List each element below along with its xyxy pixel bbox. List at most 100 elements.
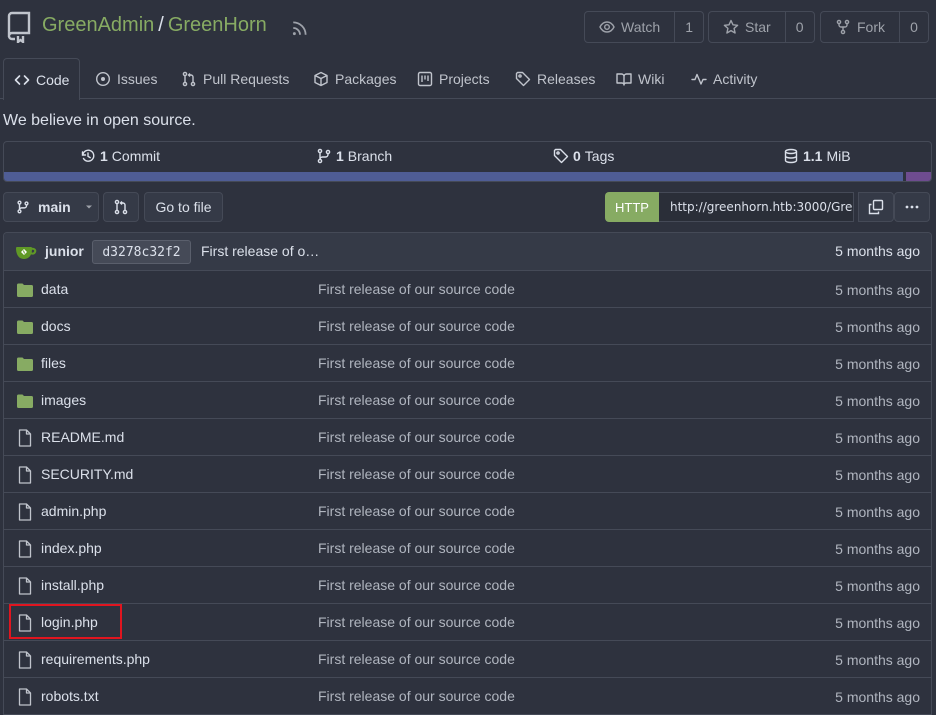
file-commit-message[interactable]: First release of our source code bbox=[318, 614, 515, 630]
rss-icon[interactable] bbox=[291, 19, 309, 37]
tab-pull-requests-label: Pull Requests bbox=[203, 70, 290, 87]
star-button-main[interactable]: Star bbox=[709, 12, 786, 42]
tag-icon bbox=[515, 71, 531, 87]
tab-code-label: Code bbox=[36, 71, 70, 88]
table-row: files First release of our source code 5 m… bbox=[4, 345, 931, 382]
fork-count[interactable]: 0 bbox=[900, 12, 928, 42]
tab-issues[interactable]: Issues bbox=[95, 58, 157, 99]
tab-wiki[interactable]: Wiki bbox=[616, 58, 664, 99]
repo-icon bbox=[6, 11, 32, 43]
branches-stat[interactable]: 1 Branch bbox=[316, 148, 392, 164]
file-name-link[interactable]: install.php bbox=[41, 577, 104, 593]
file-commit-time: 5 months ago bbox=[835, 541, 920, 557]
file-icon bbox=[17, 688, 33, 706]
file-commit-message[interactable]: First release of our source code bbox=[318, 651, 515, 667]
file-icon bbox=[17, 429, 33, 447]
tab-projects[interactable]: Projects bbox=[417, 58, 490, 99]
fork-button-main[interactable]: Fork bbox=[821, 12, 900, 42]
table-row: login.php First release of our source cod… bbox=[4, 604, 931, 641]
go-to-file-label: Go to file bbox=[155, 199, 212, 215]
file-icon bbox=[17, 503, 33, 521]
repo-tabs: Code Issues Pull Requests Packages Proje… bbox=[0, 58, 936, 100]
file-name-link[interactable]: login.php bbox=[41, 614, 98, 630]
language-bar-segment[interactable] bbox=[905, 172, 931, 181]
compare-button[interactable] bbox=[103, 192, 139, 222]
language-bar[interactable] bbox=[4, 172, 931, 181]
tab-releases[interactable]: Releases bbox=[515, 58, 595, 99]
file-name-link[interactable]: data bbox=[41, 281, 68, 297]
file-name-link[interactable]: files bbox=[41, 355, 66, 371]
repo-owner-link[interactable]: GreenAdmin bbox=[42, 14, 154, 37]
branches-count: 1 bbox=[336, 148, 344, 164]
file-commit-message[interactable]: First release of our source code bbox=[318, 429, 515, 445]
tab-pull-requests[interactable]: Pull Requests bbox=[181, 58, 289, 99]
repo-title: GreenAdmin / GreenHorn bbox=[42, 14, 267, 37]
go-to-file-button[interactable]: Go to file bbox=[144, 192, 223, 222]
repo-name-link[interactable]: GreenHorn bbox=[168, 14, 267, 37]
fork-label: Fork bbox=[857, 19, 885, 35]
table-row: images First release of our source code 5 … bbox=[4, 382, 931, 419]
file-commit-message[interactable]: First release of our source code bbox=[318, 392, 515, 408]
file-commit-message[interactable]: First release of our source code bbox=[318, 503, 515, 519]
fork-button[interactable]: Fork 0 bbox=[820, 11, 929, 43]
history-icon bbox=[80, 148, 96, 164]
commit-author-link[interactable]: junior bbox=[45, 243, 84, 259]
file-icon bbox=[17, 466, 33, 484]
book-icon bbox=[616, 71, 632, 87]
file-commit-message[interactable]: First release of our source code bbox=[318, 318, 515, 334]
file-commit-message[interactable]: First release of our source code bbox=[318, 355, 515, 371]
clone-protocol-button[interactable]: HTTP bbox=[605, 192, 659, 222]
commit-sha-link[interactable]: d3278c32f2 bbox=[92, 240, 191, 264]
file-name-link[interactable]: images bbox=[41, 392, 86, 408]
folder-icon bbox=[17, 357, 33, 371]
tab-packages[interactable]: Packages bbox=[313, 58, 396, 99]
file-commit-time: 5 months ago bbox=[835, 652, 920, 668]
tab-wiki-label: Wiki bbox=[638, 70, 665, 87]
avatar[interactable] bbox=[14, 243, 38, 261]
project-icon bbox=[417, 71, 433, 87]
branch-selector[interactable]: main bbox=[3, 192, 99, 222]
repo-title-separator: / bbox=[158, 14, 164, 36]
star-icon bbox=[723, 19, 739, 35]
file-commit-message[interactable]: First release of our source code bbox=[318, 540, 515, 556]
folder-icon bbox=[17, 320, 33, 334]
file-commit-message[interactable]: First release of our source code bbox=[318, 281, 515, 297]
copy-url-button[interactable] bbox=[858, 192, 894, 222]
file-name-link[interactable]: README.md bbox=[41, 429, 124, 445]
tab-activity[interactable]: Activity bbox=[691, 58, 757, 99]
pull-request-icon bbox=[113, 199, 129, 215]
file-icon bbox=[17, 577, 33, 595]
file-commit-time: 5 months ago bbox=[835, 319, 920, 335]
watch-button[interactable]: Watch 1 bbox=[584, 11, 705, 43]
file-name-link[interactable]: index.php bbox=[41, 540, 102, 556]
tab-activity-label: Activity bbox=[713, 70, 758, 87]
watch-count[interactable]: 1 bbox=[675, 12, 703, 42]
tab-issues-label: Issues bbox=[117, 70, 158, 87]
clone-url-input[interactable]: http://greenhorn.htb:3000/GreenAdmin/Gre… bbox=[659, 192, 854, 222]
tags-stat[interactable]: 0 Tags bbox=[553, 148, 614, 164]
fork-icon bbox=[835, 19, 851, 35]
language-bar-segment[interactable] bbox=[4, 172, 904, 181]
file-commit-message[interactable]: First release of our source code bbox=[318, 688, 515, 704]
commits-stat[interactable]: 1 Commit bbox=[80, 148, 160, 164]
file-commit-message[interactable]: First release of our source code bbox=[318, 577, 515, 593]
file-name-link[interactable]: docs bbox=[41, 318, 71, 334]
commit-message-link[interactable]: First release of o… bbox=[201, 243, 319, 259]
size-unit: MiB bbox=[826, 148, 851, 164]
file-name-link[interactable]: admin.php bbox=[41, 503, 106, 519]
file-commit-time: 5 months ago bbox=[835, 504, 920, 520]
latest-commit-row: junior d3278c32f2 First release of o… 5 … bbox=[4, 233, 931, 271]
file-name-link[interactable]: robots.txt bbox=[41, 688, 99, 704]
tab-code[interactable]: Code bbox=[3, 58, 80, 100]
repo-description: We believe in open source. bbox=[3, 112, 196, 129]
database-icon bbox=[783, 148, 799, 164]
more-options-button[interactable] bbox=[894, 192, 930, 222]
pulse-icon bbox=[691, 71, 707, 87]
star-count[interactable]: 0 bbox=[786, 12, 814, 42]
file-name-link[interactable]: requirements.php bbox=[41, 651, 150, 667]
commit-time: 5 months ago bbox=[835, 243, 920, 259]
file-commit-message[interactable]: First release of our source code bbox=[318, 466, 515, 482]
watch-button-main[interactable]: Watch bbox=[585, 12, 676, 42]
file-name-link[interactable]: SECURITY.md bbox=[41, 466, 133, 482]
star-button[interactable]: Star 0 bbox=[708, 11, 815, 43]
